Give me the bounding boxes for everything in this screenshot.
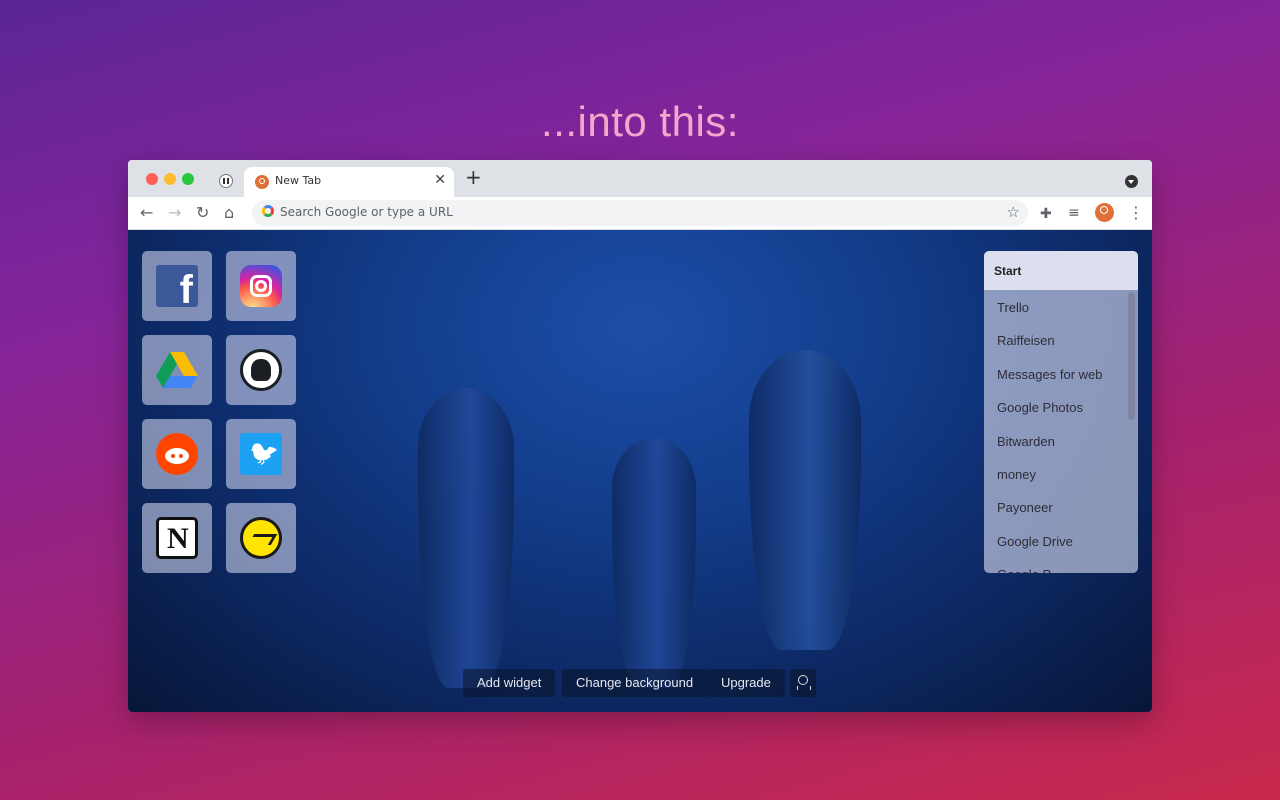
tab-title: New Tab [275,174,322,187]
media-control-pause-icon[interactable] [219,174,233,188]
google-icon [262,205,274,217]
bookmark-item[interactable]: Raiffeisen [984,323,1138,356]
whale-image [612,438,696,688]
github-icon [240,349,282,391]
shortcut-reddit[interactable] [142,419,212,489]
shortcut-google-drive[interactable] [142,335,212,405]
new-tab-page: Start Trello Raiffeisen Messages for web… [128,230,1152,712]
close-window-button[interactable] [146,173,158,185]
tab-search-dropdown-icon[interactable] [1125,175,1138,188]
facebook-icon [156,265,198,313]
shortcut-facebook[interactable] [142,251,212,321]
bookmark-item[interactable]: Bitwarden [984,424,1138,457]
start-panel-title: Start [984,251,1138,290]
new-tab-button[interactable]: + [465,167,482,187]
bookmark-item[interactable]: Messages for web [984,357,1138,390]
shortcut-github[interactable] [226,335,296,405]
start-bookmark-list: Trello Raiffeisen Messages for web Googl… [984,290,1138,573]
back-arrow-icon[interactable]: ← [140,203,153,223]
browser-menu-icon[interactable]: ⋮ [1128,203,1144,223]
bookmark-item[interactable]: Trello [984,290,1138,323]
bookmark-item[interactable]: Google P... [984,557,1138,573]
instagram-icon [240,265,282,307]
reload-icon[interactable]: ↻ [196,203,209,223]
shortcut-basecamp[interactable] [226,503,296,573]
forward-arrow-icon[interactable]: → [168,203,181,223]
whale-image [418,388,514,688]
start-panel-scrollbar[interactable] [1128,292,1135,420]
reddit-icon [156,433,198,475]
extensions-puzzle-icon[interactable]: ✚ [1040,204,1052,224]
address-bar[interactable]: Search Google or type a URL ☆ [252,200,1028,226]
shortcut-instagram[interactable] [226,251,296,321]
reading-list-icon[interactable]: ≡ [1068,203,1080,223]
notion-icon [156,517,198,559]
add-widget-button[interactable]: Add widget [463,669,556,697]
bookmark-item[interactable]: money [984,457,1138,490]
extension-logo-icon[interactable] [790,669,816,697]
whale-image [749,350,861,650]
bookmark-item[interactable]: Google Photos [984,390,1138,423]
minimize-window-button[interactable] [164,173,176,185]
bookmark-item[interactable]: Payoneer [984,490,1138,523]
upgrade-button[interactable]: Upgrade [707,669,785,697]
tab-close-icon[interactable]: ✕ [434,172,446,188]
tab-favicon-icon [255,175,269,189]
bookmark-star-icon[interactable]: ☆ [1007,203,1020,221]
tab-new-tab[interactable]: New Tab ✕ [244,167,454,197]
profile-avatar[interactable] [1095,203,1114,222]
browser-toolbar: ← → ↻ ⌂ Search Google or type a URL ☆ ✚ … [128,197,1152,230]
headline: ...into this: [541,98,739,145]
basecamp-icon [240,517,282,559]
start-bookmarks-panel: Start Trello Raiffeisen Messages for web… [984,251,1138,573]
maximize-window-button[interactable] [182,173,194,185]
google-drive-icon [156,352,198,388]
address-bar-placeholder: Search Google or type a URL [280,205,453,219]
home-icon[interactable]: ⌂ [224,203,234,223]
bookmark-item[interactable]: Google Drive [984,524,1138,557]
tab-bar: New Tab ✕ + [128,160,1152,197]
twitter-icon [240,433,282,475]
shortcut-notion[interactable] [142,503,212,573]
shortcut-twitter[interactable] [226,419,296,489]
browser-window: New Tab ✕ + ← → ↻ ⌂ Search Google or typ… [128,160,1152,712]
change-background-button[interactable]: Change background [562,669,708,697]
